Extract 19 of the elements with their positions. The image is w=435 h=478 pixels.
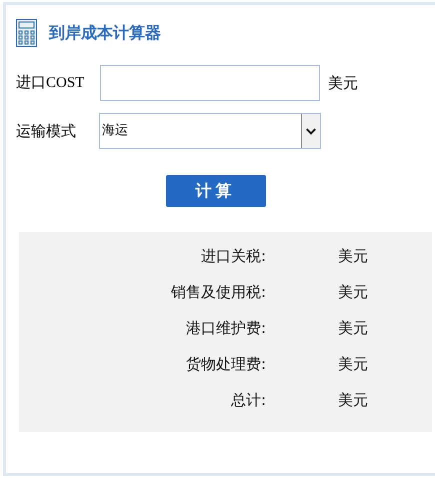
calculator-icon — [16, 19, 37, 47]
result-label: 总计: — [230, 390, 266, 412]
result-label: 销售及使用税: — [170, 282, 266, 304]
calculator-title: 到岸成本计算器 — [49, 22, 161, 44]
unit-label: 美元 — [328, 72, 358, 94]
unit-label: 美元 — [338, 354, 368, 376]
unit-label: 美元 — [338, 390, 368, 412]
result-label: 港口维护费: — [184, 318, 266, 340]
result-label: 货物处理费: — [184, 354, 266, 376]
unit-label: 美元 — [338, 282, 368, 304]
cost-input-field[interactable] — [100, 65, 320, 101]
calculate-button[interactable]: 计算 — [166, 175, 266, 207]
shipping-mode-dropdown[interactable]: 海运 — [99, 113, 321, 149]
unit-label: 美元 — [338, 318, 368, 340]
shipping-mode-label: 运输模式 — [16, 120, 77, 142]
result-label: 进口关税: — [200, 246, 266, 268]
cost-label: 进口COST — [16, 74, 86, 93]
unit-label: 美元 — [338, 246, 368, 268]
chevron-down-icon — [301, 114, 320, 148]
